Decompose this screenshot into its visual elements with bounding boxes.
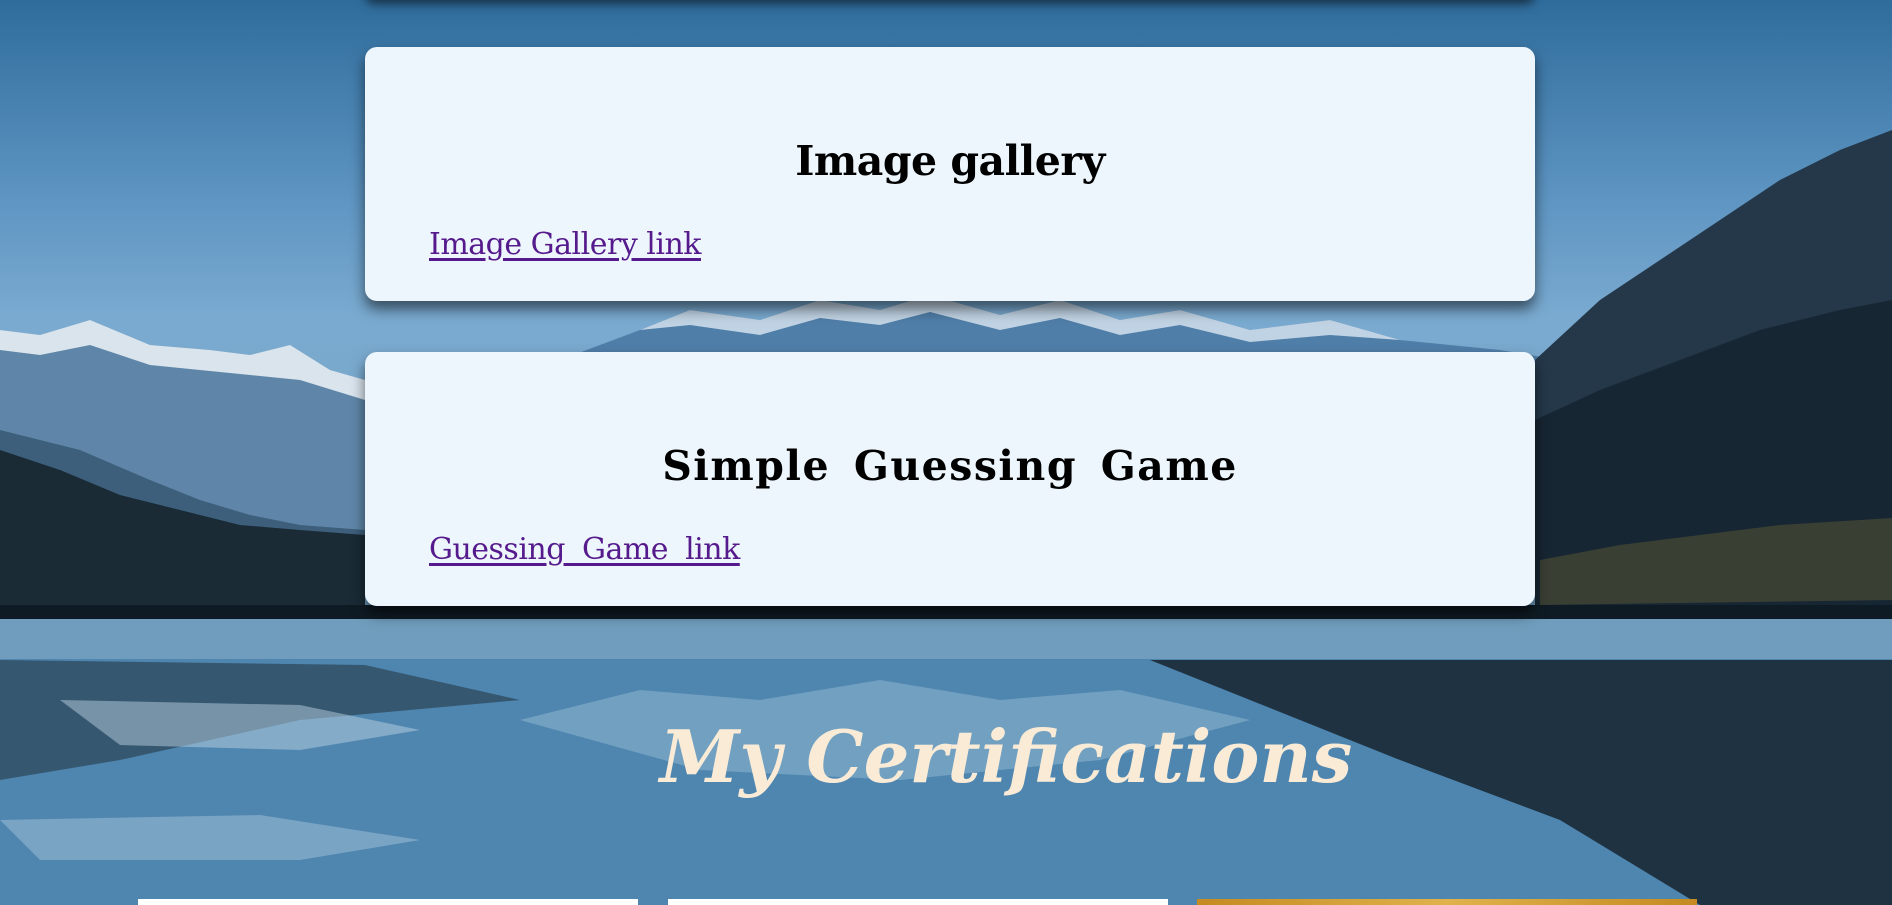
certification-card[interactable] [668,899,1168,905]
project-card-image-gallery: Image gallery Image Gallery link [365,47,1535,301]
certification-card[interactable] [1197,899,1697,905]
lake-ice [0,619,1892,659]
shoreline [0,605,1892,619]
image-gallery-link[interactable]: Image Gallery link [429,227,702,262]
certifications-heading: My Certifications [659,714,1353,799]
project-title: Image gallery [795,137,1105,185]
project-title: Simple Guessing Game [662,442,1238,490]
certification-card[interactable] [138,899,638,905]
project-card-guessing-game: Simple Guessing Game Guessing Game link [365,352,1535,606]
guessing-game-link[interactable]: Guessing Game link [429,532,740,567]
page-background: Image gallery Image Gallery link Simple … [0,0,1892,905]
